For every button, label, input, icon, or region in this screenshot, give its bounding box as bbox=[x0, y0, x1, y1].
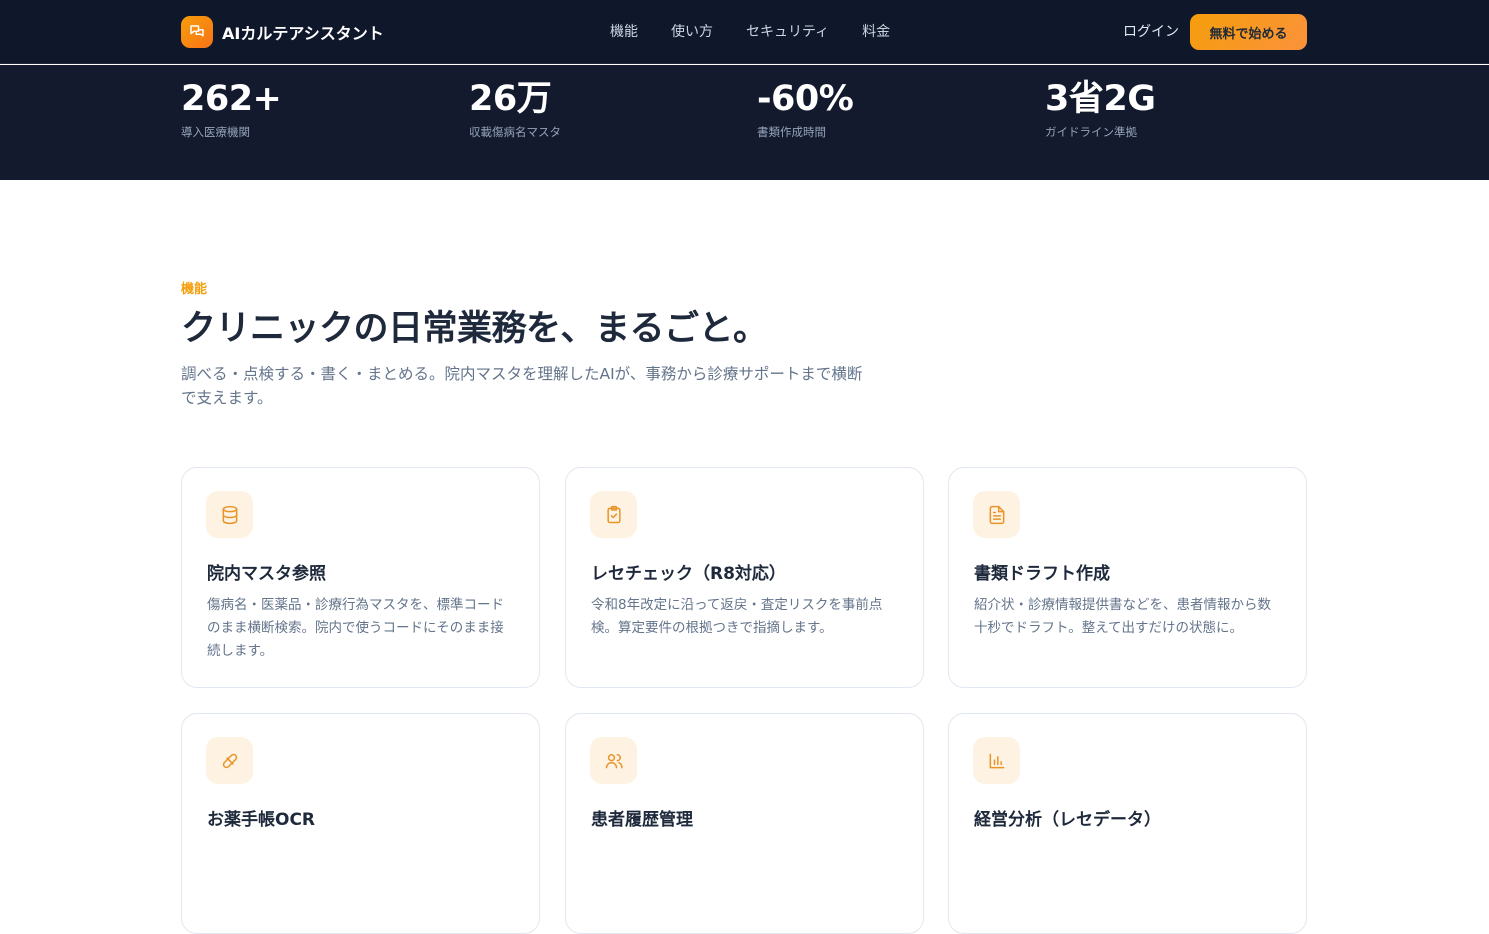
site-header: AIカルテアシスタント 機能 使い方 セキュリティ 料金 ログイン 無料で始める bbox=[0, 0, 1489, 64]
feature-card-description: 令和8年改定に沿って返戻・査定リスクを事前点検。算定要件の根拠つきで指摘します。 bbox=[591, 597, 883, 636]
feature-card-title: お薬手帳OCR bbox=[207, 810, 316, 830]
clipboard-check-icon bbox=[590, 491, 637, 538]
brand-name: AIカルテアシスタント bbox=[222, 24, 384, 43]
feature-card-title: 経営分析（レセデータ） bbox=[974, 810, 1161, 830]
stat-label: ガイドライン準拠 bbox=[1045, 125, 1137, 139]
pill-icon bbox=[206, 737, 253, 784]
brand-logo[interactable]: AIカルテアシスタント bbox=[181, 16, 384, 48]
feature-card[interactable]: レセチェック（R8対応） 令和8年改定に沿って返戻・査定リスクを事前点検。算定要… bbox=[565, 467, 924, 688]
feature-card[interactable]: 書類ドラフト作成 紹介状・診療情報提供書などを、患者情報から数十秒でドラフト。整… bbox=[948, 467, 1307, 688]
section-headline: クリニックの日常業務を、まるごと。 bbox=[181, 309, 768, 349]
section-lead: 調べる・点検する・書く・まとめる。院内マスタを理解したAIが、事務から診療サポー… bbox=[181, 365, 863, 407]
nav-item-how-to[interactable]: 使い方 bbox=[671, 21, 713, 41]
chat-bubbles-icon bbox=[181, 16, 213, 48]
stat-label: 書類作成時間 bbox=[757, 125, 826, 139]
feature-card[interactable]: 院内マスタ参照 傷病名・医薬品・診療行為マスタを、標準コードのまま横断検索。院内… bbox=[181, 467, 540, 688]
nav-item-features[interactable]: 機能 bbox=[610, 21, 638, 41]
login-link[interactable]: ログイン bbox=[1123, 21, 1179, 41]
stat-label: 収載傷病名マスタ bbox=[469, 125, 561, 139]
feature-card-title: 書類ドラフト作成 bbox=[974, 564, 1110, 584]
stat-value: 262+ bbox=[181, 79, 282, 119]
section-eyebrow: 機能 bbox=[181, 282, 208, 297]
document-icon bbox=[973, 491, 1020, 538]
feature-card-title: 院内マスタ参照 bbox=[207, 564, 326, 584]
feature-card[interactable]: お薬手帳OCR bbox=[181, 713, 540, 934]
stat-item: 3省2G ガイドライン準拠 bbox=[1045, 78, 1156, 140]
feature-card-description: 傷病名・医薬品・診療行為マスタを、標準コードのまま横断検索。院内で使うコードにそ… bbox=[207, 597, 504, 659]
feature-card-description: 紹介状・診療情報提供書などを、患者情報から数十秒でドラフト。整えて出すだけの状態… bbox=[974, 597, 1271, 636]
nav-item-security[interactable]: セキュリティ bbox=[746, 21, 829, 41]
stat-item: 262+ 導入医療機関 bbox=[181, 78, 282, 140]
main-nav: 機能 使い方 セキュリティ 料金 bbox=[610, 21, 890, 41]
stat-item: -60% 書類作成時間 bbox=[757, 78, 854, 140]
feature-card-title: レセチェック（R8対応） bbox=[591, 564, 786, 584]
start-free-button[interactable]: 無料で始める bbox=[1190, 14, 1307, 50]
feature-card-title: 患者履歴管理 bbox=[591, 810, 693, 830]
stats-band: 262+ 導入医療機関 26万 収載傷病名マスタ -60% 書類作成時間 3省2… bbox=[0, 65, 1489, 180]
users-icon bbox=[590, 737, 637, 784]
stat-value: 26万 bbox=[469, 79, 552, 119]
stat-label: 導入医療機関 bbox=[181, 125, 250, 139]
feature-card[interactable]: 患者履歴管理 bbox=[565, 713, 924, 934]
database-icon bbox=[206, 491, 253, 538]
stat-value: 3省2G bbox=[1045, 79, 1156, 119]
nav-item-pricing[interactable]: 料金 bbox=[862, 21, 890, 41]
bar-chart-icon bbox=[973, 737, 1020, 784]
feature-card[interactable]: 経営分析（レセデータ） bbox=[948, 713, 1307, 934]
stat-item: 26万 収載傷病名マスタ bbox=[469, 78, 561, 140]
stat-value: -60% bbox=[757, 79, 854, 119]
